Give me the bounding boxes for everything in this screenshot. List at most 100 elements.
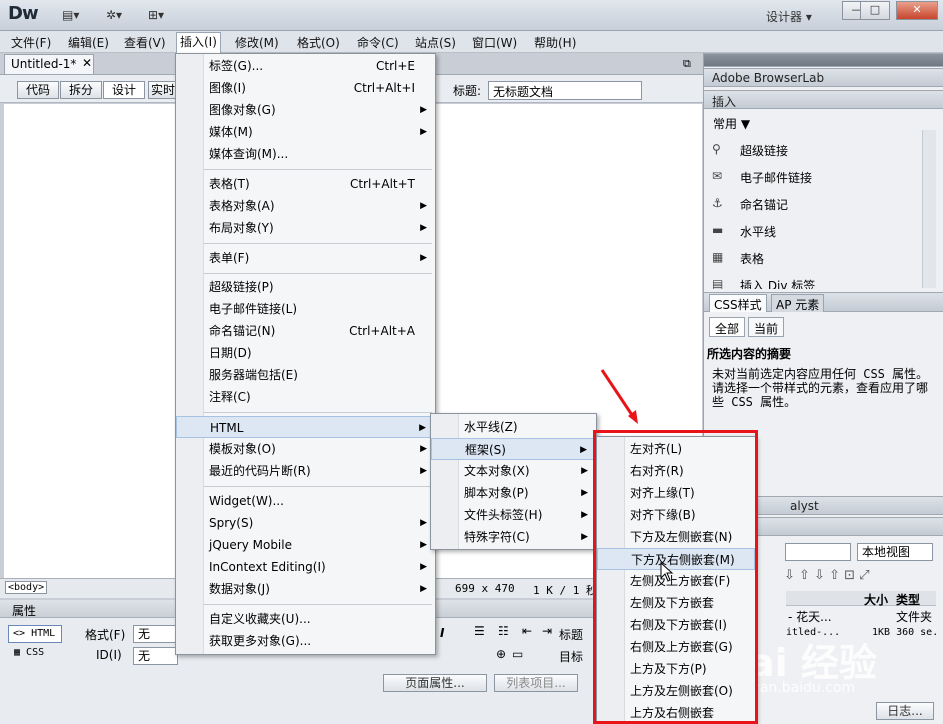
menu-window[interactable]: 窗口(W)	[472, 34, 517, 51]
submenu-arrow-icon: ▶	[580, 445, 587, 455]
site-select[interactable]	[785, 543, 851, 561]
menu-item-data-objects[interactable]: 数据对象(J) ▶	[176, 578, 435, 600]
menu-commands[interactable]: 命令(C)	[357, 34, 399, 51]
menu-item-horizontal-rule[interactable]: 水平线(Z)	[431, 416, 596, 438]
menu-item-widget[interactable]: Widget(W)...	[176, 490, 435, 512]
doc-tab[interactable]: Untitled-1* ✕	[4, 54, 94, 74]
design-view-button[interactable]: 设计	[103, 81, 145, 99]
menu-edit[interactable]: 编辑(E)	[68, 34, 109, 51]
menu-item-template-objects[interactable]: 模板对象(O) ▶	[176, 438, 435, 460]
menu-item-media[interactable]: 媒体(M) ▶	[176, 121, 435, 143]
gear-icon[interactable]: ✲▾	[106, 8, 122, 22]
menu-file[interactable]: 文件(F)	[11, 34, 51, 51]
window-size[interactable]: 699 x 470	[455, 582, 515, 595]
menu-item-head-tags[interactable]: 文件头标签(H) ▶	[431, 504, 596, 526]
tab-css-styles[interactable]: CSS样式	[709, 294, 767, 312]
menu-item-comment[interactable]: 注释(C)	[176, 386, 435, 408]
files-toolbar-icons[interactable]: ⇩ ⇧ ⇩ ⇧ ⊡ ⤢	[784, 568, 870, 583]
menu-item-tag[interactable]: 标签(G)... Ctrl+E	[176, 55, 435, 77]
insert-hyperlink[interactable]: 超级链接	[740, 142, 788, 159]
menu-item-form[interactable]: 表单(F) ▶	[176, 247, 435, 269]
menu-item-special-characters[interactable]: 特殊字符(C) ▶	[431, 526, 596, 548]
format-select[interactable]: 无	[133, 625, 178, 643]
insert-div-tag[interactable]: 插入 Div 标签	[740, 277, 815, 289]
menu-item-recent-snippets[interactable]: 最近的代码片断(R) ▶	[176, 460, 435, 482]
menu-item-email-link[interactable]: 电子邮件链接(L)	[176, 298, 435, 320]
outdent-icon[interactable]: ⇤	[522, 624, 532, 638]
close-button[interactable]: ✕	[896, 1, 938, 20]
italic-button[interactable]: I	[440, 626, 444, 640]
local-view-select[interactable]: 本地视图	[857, 543, 933, 561]
insert-horizontal-rule[interactable]: 水平线	[740, 223, 776, 240]
menu-item-get-more-objects[interactable]: 获取更多对象(G)...	[176, 630, 435, 652]
panel-collapse-bar[interactable]	[704, 53, 943, 67]
submenu-arrow-icon: ▶	[420, 518, 427, 528]
menu-item-layout-objects[interactable]: 布局对象(Y) ▶	[176, 217, 435, 239]
insert-panel-header[interactable]: 插入	[704, 90, 943, 109]
list-item-button[interactable]: 列表项目...	[494, 674, 578, 692]
insert-category-select[interactable]: 常用 ▼	[713, 115, 750, 132]
menu-item-image[interactable]: 图像(I) Ctrl+Alt+I	[176, 77, 435, 99]
insert-table[interactable]: 表格	[740, 250, 764, 267]
menu-item-html[interactable]: HTML ▶	[176, 416, 435, 438]
submenu-arrow-icon: ▶	[420, 444, 427, 454]
menu-modify[interactable]: 修改(M)	[235, 34, 279, 51]
menu-item-label: 文本对象(X)	[464, 464, 530, 478]
code-view-button[interactable]: 代码	[17, 81, 59, 99]
menu-item-image-objects[interactable]: 图像对象(G) ▶	[176, 99, 435, 121]
unordered-list-icon[interactable]: ☰	[474, 624, 485, 638]
doc-title-input[interactable]: 无标题文档	[488, 81, 642, 100]
page-properties-button[interactable]: 页面属性...	[383, 674, 487, 692]
css-all-button[interactable]: 全部	[709, 317, 746, 337]
ordered-list-icon[interactable]: ☷	[498, 624, 509, 638]
html-mode-button[interactable]: <> HTML	[8, 625, 62, 643]
menu-item-incontext-editing[interactable]: InContext Editing(I) ▶	[176, 556, 435, 578]
menu-item-table-objects[interactable]: 表格对象(A) ▶	[176, 195, 435, 217]
menu-item-media-query[interactable]: 媒体查询(M)...	[176, 143, 435, 165]
browse-folder-icon[interactable]: ▭	[512, 647, 523, 661]
tag-selector-body[interactable]: <body>	[5, 581, 48, 594]
live-view-button[interactable]: 实时	[148, 81, 178, 99]
menu-item-date[interactable]: 日期(D)	[176, 342, 435, 364]
menu-insert[interactable]: 插入(I)	[176, 32, 221, 53]
site-root-type: 文件夹	[896, 610, 933, 624]
menu-item-spry[interactable]: Spry(S) ▶	[176, 512, 435, 534]
col-size[interactable]: 大小	[864, 591, 888, 608]
menu-item-ssi[interactable]: 服务器端包括(E)	[176, 364, 435, 386]
menu-view[interactable]: 查看(V)	[124, 34, 166, 51]
submenu-arrow-icon: ▶	[581, 510, 588, 520]
menu-item-jquery-mobile[interactable]: jQuery Mobile ▶	[176, 534, 435, 556]
split-view-button[interactable]: 拆分	[60, 81, 102, 99]
menu-item-frames[interactable]: 框架(S) ▶	[431, 438, 596, 460]
layout-icon[interactable]: ▤▾	[62, 8, 79, 22]
menu-item-custom-favorites[interactable]: 自定义收藏夹(U)...	[176, 608, 435, 630]
insert-scrollbar[interactable]	[922, 130, 936, 288]
workspace-switcher[interactable]: 设计器 ▾	[766, 8, 812, 25]
css-mode-button[interactable]: ▦ CSS	[14, 647, 44, 658]
insert-named-anchor[interactable]: 命名锚记	[740, 196, 788, 213]
site-root-item[interactable]: - 花天...	[788, 608, 832, 625]
maximize-button[interactable]: □	[860, 1, 890, 20]
css-current-button[interactable]: 当前	[748, 317, 785, 337]
menu-item-script-objects[interactable]: 脚本对象(P) ▶	[431, 482, 596, 504]
menu-item-text-objects[interactable]: 文本对象(X) ▶	[431, 460, 596, 482]
point-to-file-icon[interactable]: ⊕	[496, 647, 506, 661]
menu-site[interactable]: 站点(S)	[415, 34, 456, 51]
menu-item-named-anchor[interactable]: 命名锚记(N) Ctrl+Alt+A	[176, 320, 435, 342]
menu-help[interactable]: 帮助(H)	[534, 34, 576, 51]
browserlab-header[interactable]: Adobe BrowserLab	[704, 68, 943, 87]
tab-ap-elements[interactable]: AP 元素	[771, 294, 825, 312]
menu-item-table[interactable]: 表格(T) Ctrl+Alt+T	[176, 173, 435, 195]
insert-email-link[interactable]: 电子邮件链接	[740, 169, 812, 186]
site-icon[interactable]: ⊞▾	[148, 8, 164, 22]
close-tab-icon[interactable]: ✕	[82, 56, 92, 70]
col-type[interactable]: 类型	[896, 591, 920, 608]
menu-format[interactable]: 格式(O)	[297, 34, 340, 51]
title-label: 标题:	[453, 84, 482, 98]
restore-doc-icon[interactable]: ⧉	[683, 57, 691, 71]
id-select[interactable]: 无	[133, 647, 178, 665]
indent-icon[interactable]: ⇥	[542, 624, 552, 638]
log-button[interactable]: 日志...	[876, 702, 934, 720]
menu-shortcut: Ctrl+Alt+I	[353, 81, 415, 95]
menu-item-hyperlink[interactable]: 超级链接(P)	[176, 276, 435, 298]
